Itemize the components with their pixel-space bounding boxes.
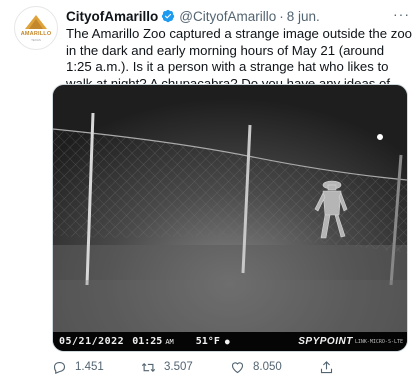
retweet-icon xyxy=(141,362,156,372)
amarillo-logo-icon xyxy=(25,15,47,29)
like-count: 8.050 xyxy=(253,361,282,373)
reply-count: 1.451 xyxy=(75,361,104,373)
avatar-logo-text: AMARILLO xyxy=(20,31,52,37)
avatar[interactable]: AMARILLO TEXAS xyxy=(14,6,58,50)
more-options-icon[interactable]: ··· xyxy=(393,6,410,22)
user-handle[interactable]: @CityofAmarillo xyxy=(179,9,276,24)
like-button[interactable]: 8.050 xyxy=(230,360,319,375)
moon-phase-icon: ● xyxy=(224,337,230,346)
tweet-photo[interactable]: 05/21/2022 01:25 AM 51°F ● SPYPOINT LINK… xyxy=(52,84,408,352)
capture-time: 01:25 xyxy=(132,336,163,347)
share-button[interactable] xyxy=(319,360,408,375)
capture-ampm: AM xyxy=(165,337,174,346)
capture-temperature: 51°F xyxy=(195,336,220,347)
tweet-actions: 1.451 3.507 8.050 xyxy=(52,358,408,376)
heart-icon xyxy=(231,361,244,373)
share-icon xyxy=(320,360,333,373)
camera-timestamp-bar: 05/21/2022 01:25 AM 51°F ● SPYPOINT LINK… xyxy=(53,332,407,351)
reply-button[interactable]: 1.451 xyxy=(52,360,141,375)
reply-icon xyxy=(53,361,66,374)
capture-date: 05/21/2022 xyxy=(59,336,125,347)
tweet-date[interactable]: 8 jun. xyxy=(287,9,320,24)
tweet-header: CityofAmarillo @CityofAmarillo · 8 jun. xyxy=(66,8,410,24)
verified-badge-icon xyxy=(162,9,175,23)
camera-brand: SPYPOINT xyxy=(298,336,353,347)
separator-dot: · xyxy=(279,8,284,24)
retweet-button[interactable]: 3.507 xyxy=(141,360,230,375)
camera-model: LINK-MICRO-S-LTE xyxy=(354,338,403,345)
trail-camera-image xyxy=(53,85,407,351)
display-name[interactable]: CityofAmarillo xyxy=(66,9,158,24)
avatar-logo-subtext: TEXAS xyxy=(31,38,41,42)
retweet-count: 3.507 xyxy=(164,361,193,373)
